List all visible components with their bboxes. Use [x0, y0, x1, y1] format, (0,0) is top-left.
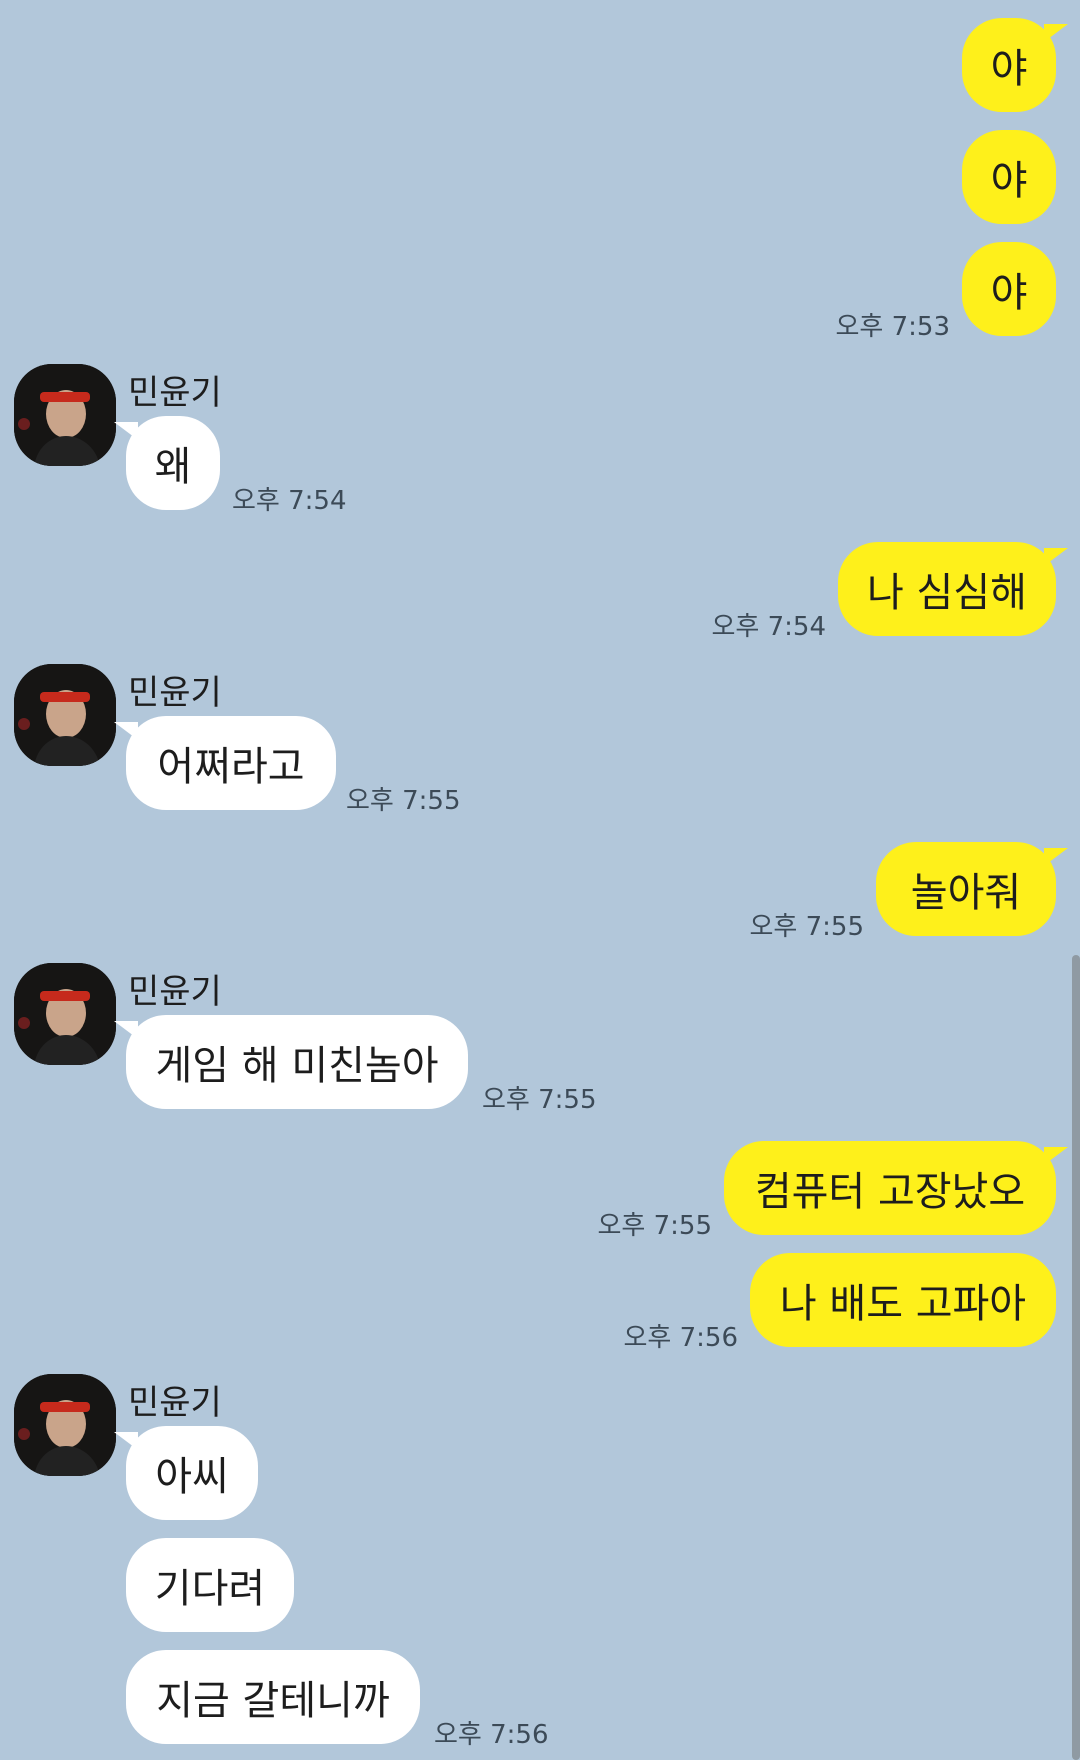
message-timestamp: 오후 7:56 — [623, 1323, 739, 1353]
message-bubble-sent[interactable]: 야 — [962, 130, 1056, 224]
message-bubble-received[interactable]: 어쩌라고 — [114, 716, 336, 810]
profile-photo-icon — [14, 664, 116, 766]
message-timestamp: 오후 7:56 — [434, 1720, 549, 1750]
message-timestamp: 오후 7:54 — [232, 486, 347, 516]
message-timestamp: 오후 7:55 — [482, 1085, 597, 1115]
contact-avatar[interactable] — [14, 1374, 116, 1476]
message-bubble-sent[interactable]: 컴퓨터 고장났오 — [724, 1141, 1068, 1235]
chat-area[interactable]: 야 야 야 오후 7:53 민윤기 왜 오후 7:54 나 심심해 오후 7:5… — [0, 0, 1080, 1760]
message-bubble-sent[interactable]: 야 — [962, 242, 1056, 336]
message-bubble-sent[interactable]: 나 심심해 — [838, 542, 1068, 636]
message-bubble-received[interactable]: 기다려 — [126, 1538, 294, 1632]
message-timestamp: 오후 7:55 — [346, 786, 461, 816]
message-timestamp: 오후 7:54 — [711, 612, 827, 642]
contact-name: 민윤기 — [128, 373, 222, 413]
contact-name: 민윤기 — [128, 673, 222, 713]
message-bubble-sent[interactable]: 야 — [962, 18, 1068, 112]
contact-name: 민윤기 — [128, 972, 222, 1012]
message-bubble-sent[interactable]: 놀아줘 — [876, 842, 1068, 936]
contact-avatar[interactable] — [14, 664, 116, 766]
contact-avatar[interactable] — [14, 963, 116, 1065]
message-bubble-received[interactable]: 아씨 — [114, 1426, 258, 1520]
scrollbar[interactable] — [1072, 955, 1080, 1760]
message-timestamp: 오후 7:55 — [749, 912, 865, 942]
profile-photo-icon — [14, 963, 116, 1065]
message-bubble-received[interactable]: 왜 — [114, 416, 220, 510]
message-bubble-received[interactable]: 지금 갈테니까 — [126, 1650, 420, 1744]
message-bubble-sent[interactable]: 나 배도 고파아 — [750, 1253, 1056, 1347]
contact-avatar[interactable] — [14, 364, 116, 466]
profile-photo-icon — [14, 1374, 116, 1476]
profile-photo-icon — [14, 364, 116, 466]
message-timestamp: 오후 7:53 — [835, 312, 951, 342]
message-bubble-received[interactable]: 게임 해 미친놈아 — [114, 1015, 468, 1109]
message-timestamp: 오후 7:55 — [597, 1211, 713, 1241]
contact-name: 민윤기 — [128, 1383, 222, 1423]
